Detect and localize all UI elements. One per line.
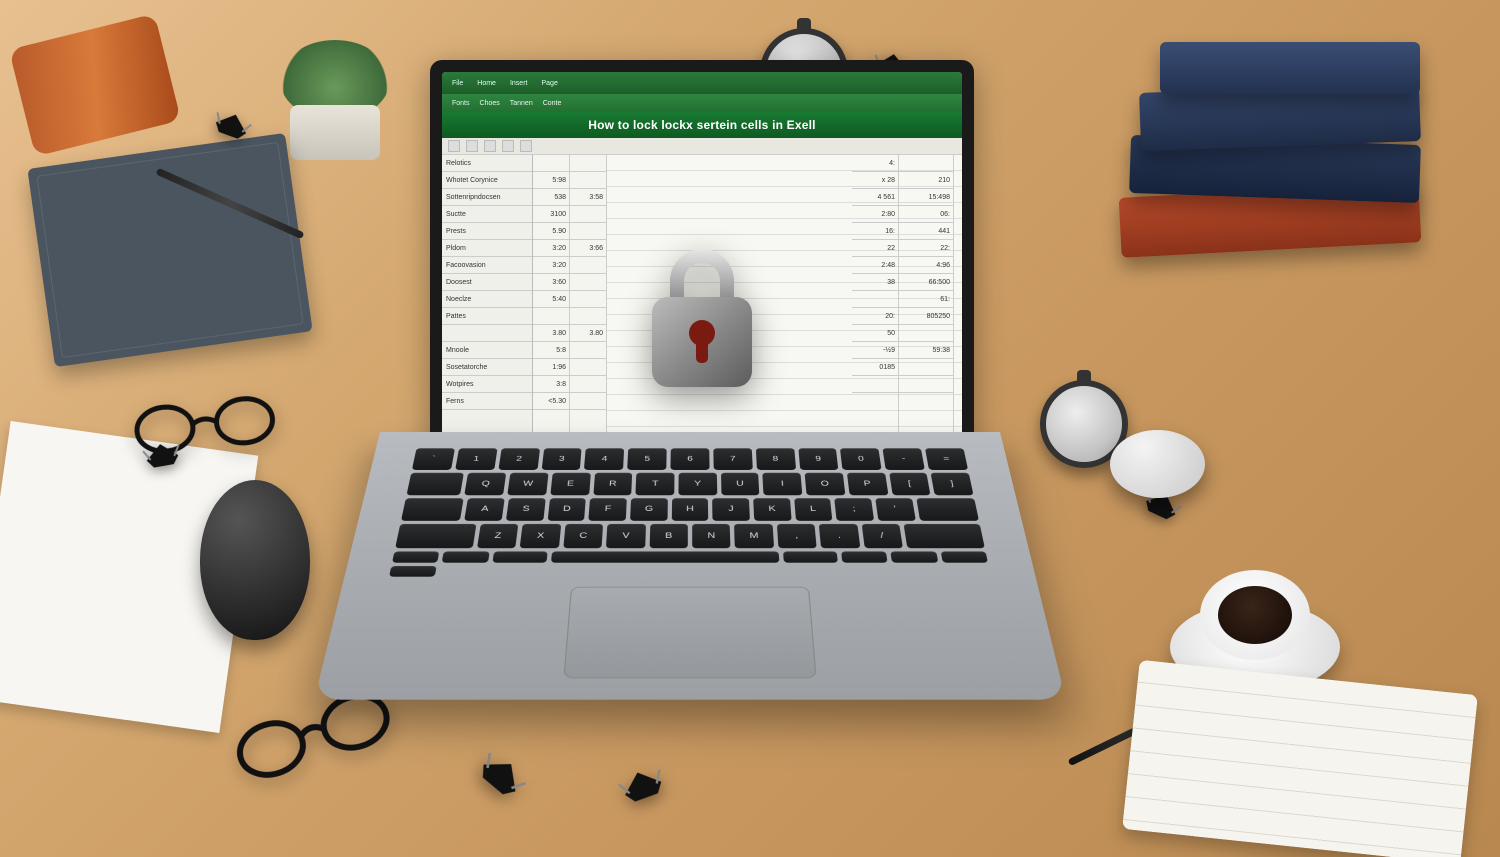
data-column: 21015:49806:44122:4:9666:50061:80525059:… xyxy=(899,155,954,442)
row-labels-column: ReloticsWhotet CoryniceSottenripndocsenS… xyxy=(442,155,533,442)
laptop-screen: File Home Insert Page Fonts Choes Tannen… xyxy=(430,60,974,454)
book-stack xyxy=(1110,70,1430,310)
computer-mouse xyxy=(1110,430,1205,498)
ribbon-group[interactable]: Conte xyxy=(543,100,562,107)
ribbon-group[interactable]: Choes xyxy=(480,100,500,107)
ribbon-tabs: File Home Insert Page xyxy=(442,72,962,94)
ribbon-group[interactable]: Fonts xyxy=(452,100,470,107)
leather-roll xyxy=(9,13,181,156)
data-column: 3:583:663.80 xyxy=(570,155,607,442)
grey-notebook xyxy=(27,133,312,367)
spiral-notepad xyxy=(1122,660,1478,857)
ribbon-tab[interactable]: Home xyxy=(477,80,496,87)
padlock-icon xyxy=(622,219,782,401)
ribbon-groups: Fonts Choes Tannen Conte xyxy=(442,94,962,112)
ribbon-tab[interactable]: File xyxy=(452,80,463,87)
formula-bar[interactable] xyxy=(442,138,962,155)
data-column: 5:9853831005.903:203:203:605:403.805:81:… xyxy=(533,155,570,442)
trackpad xyxy=(563,587,816,679)
desk-scene: File Home Insert Page Fonts Choes Tannen… xyxy=(0,0,1500,857)
laptop: File Home Insert Page Fonts Choes Tannen… xyxy=(380,60,1000,780)
spreadsheet-grid[interactable]: ReloticsWhotet CoryniceSottenripndocsenS… xyxy=(442,155,962,442)
data-column: 4:x 284 5612:8016:222:483820:50-½90185 xyxy=(852,155,899,442)
computer-mouse xyxy=(200,480,310,640)
laptop-keyboard: `1234567890-=QWERTYUIOP[]ASDFGHJKL;'ZXCV… xyxy=(314,432,1066,700)
ribbon-tab[interactable]: Insert xyxy=(510,80,528,87)
ribbon-group[interactable]: Tannen xyxy=(510,100,533,107)
document-title: How to lock lockx sertein cells in Exell xyxy=(442,112,962,138)
ribbon-tab[interactable]: Page xyxy=(541,80,557,87)
excel-window: File Home Insert Page Fonts Choes Tannen… xyxy=(442,72,962,442)
